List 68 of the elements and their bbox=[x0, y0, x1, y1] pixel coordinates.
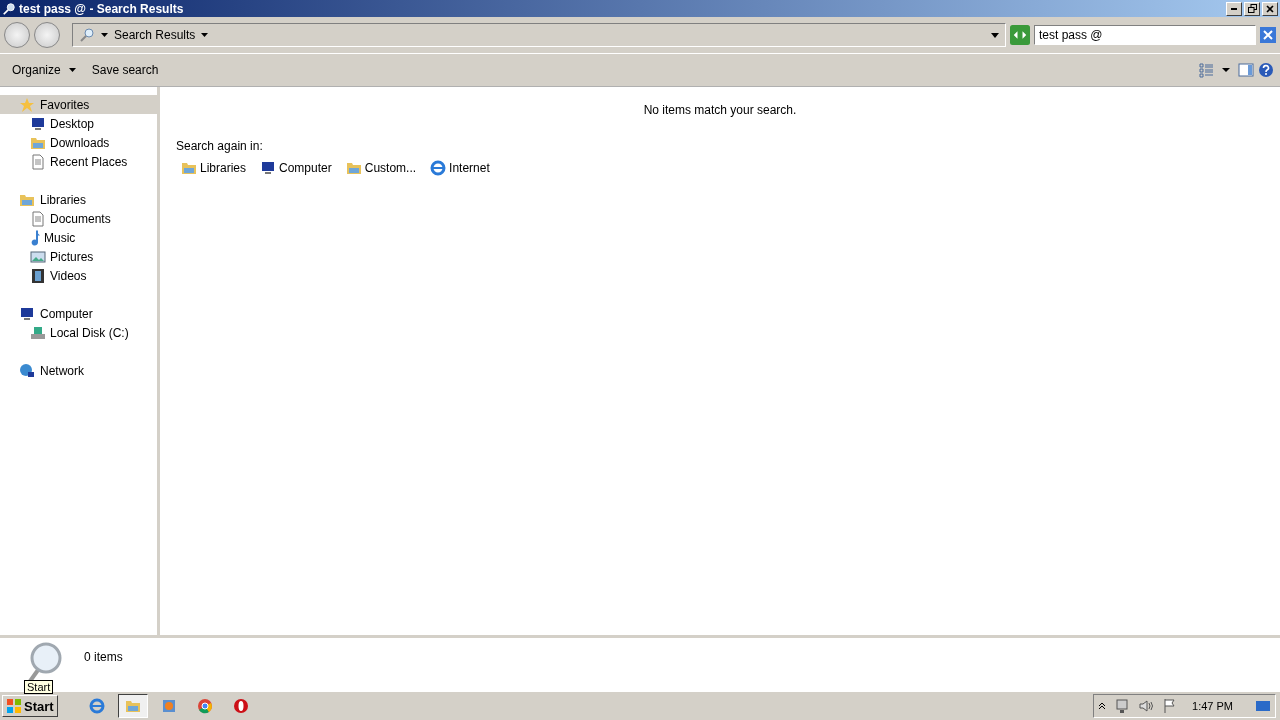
search-location-link[interactable]: Computer bbox=[259, 159, 333, 177]
close-icon[interactable] bbox=[1260, 27, 1276, 43]
nav-item[interactable]: Local Disk (C:) bbox=[0, 323, 157, 342]
search-location-link[interactable]: Libraries bbox=[180, 159, 248, 177]
search-location-link[interactable]: Internet bbox=[429, 159, 491, 177]
network-icon[interactable] bbox=[1114, 698, 1131, 714]
star-icon bbox=[19, 96, 35, 113]
film-icon bbox=[30, 267, 46, 284]
help-icon[interactable] bbox=[1258, 62, 1274, 78]
nav-item[interactable]: Recent Places bbox=[0, 152, 157, 171]
caret-icon bbox=[201, 33, 209, 37]
search-again-label: Search again in: bbox=[176, 139, 263, 153]
nav-item[interactable]: Desktop bbox=[0, 114, 157, 133]
empty-message: No items match your search. bbox=[643, 103, 797, 117]
nav-item[interactable]: Libraries bbox=[0, 190, 157, 209]
document-icon bbox=[30, 210, 46, 227]
speaker-icon[interactable] bbox=[1138, 698, 1155, 714]
folder-icon bbox=[181, 160, 197, 176]
nav-item[interactable]: Pictures bbox=[0, 247, 157, 266]
nav-item[interactable]: Music bbox=[0, 228, 157, 247]
chrome-icon bbox=[196, 698, 213, 714]
back-button[interactable] bbox=[4, 22, 30, 48]
folder-icon bbox=[124, 698, 141, 714]
breadcrumb[interactable]: Search Results bbox=[114, 28, 196, 42]
nav-item[interactable]: Downloads bbox=[0, 133, 157, 152]
dropdown-icon[interactable] bbox=[991, 32, 999, 38]
play-icon bbox=[160, 698, 177, 714]
opera-icon bbox=[232, 698, 249, 714]
globe-icon bbox=[19, 362, 35, 379]
search-icon bbox=[2, 1, 16, 16]
restore-button[interactable] bbox=[1244, 1, 1260, 16]
nav-item[interactable]: Computer bbox=[0, 304, 157, 323]
disk-icon bbox=[30, 324, 46, 341]
search-icon bbox=[79, 27, 95, 43]
windows-logo-icon bbox=[6, 698, 22, 714]
chevron-up-icon[interactable] bbox=[1098, 702, 1107, 710]
nav-item[interactable]: Network bbox=[0, 361, 157, 380]
refresh-icon[interactable] bbox=[1010, 25, 1030, 45]
tooltip: Start bbox=[24, 680, 54, 694]
item-count: 0 items bbox=[84, 650, 123, 664]
monitor-icon bbox=[30, 115, 46, 132]
caret-icon bbox=[101, 33, 108, 37]
music-note-icon bbox=[30, 229, 40, 246]
organize-button[interactable]: Organize bbox=[6, 59, 82, 81]
toolbar-button[interactable]: Save search bbox=[85, 59, 165, 81]
search-field[interactable]: test pass @ bbox=[1034, 25, 1256, 45]
search-location-link[interactable]: Custom... bbox=[344, 159, 418, 177]
nav-item[interactable]: Documents bbox=[0, 209, 157, 228]
nav-item[interactable]: Videos bbox=[0, 266, 157, 285]
minimize-icon bbox=[1231, 7, 1237, 10]
restore-icon bbox=[1247, 4, 1257, 13]
address-bar[interactable]: Search Results bbox=[72, 23, 1006, 47]
monitor-icon bbox=[19, 305, 35, 322]
clock: 1:47 PM bbox=[1192, 700, 1233, 712]
window-title: test pass @ - Search Results bbox=[19, 1, 185, 16]
forward-button[interactable] bbox=[34, 22, 60, 48]
close-icon bbox=[1266, 4, 1274, 13]
nav-item[interactable]: Favorites bbox=[0, 95, 157, 114]
document-icon bbox=[30, 153, 46, 170]
caret-icon bbox=[68, 68, 76, 72]
folder-icon bbox=[345, 160, 362, 176]
taskbar-button[interactable] bbox=[117, 694, 148, 718]
image-icon bbox=[30, 248, 46, 265]
minimize-button[interactable] bbox=[1226, 1, 1242, 16]
show-desktop-icon[interactable] bbox=[1255, 698, 1271, 714]
start-button[interactable]: Start bbox=[2, 695, 58, 717]
monitor-icon bbox=[260, 160, 277, 176]
close-button[interactable] bbox=[1262, 1, 1278, 16]
